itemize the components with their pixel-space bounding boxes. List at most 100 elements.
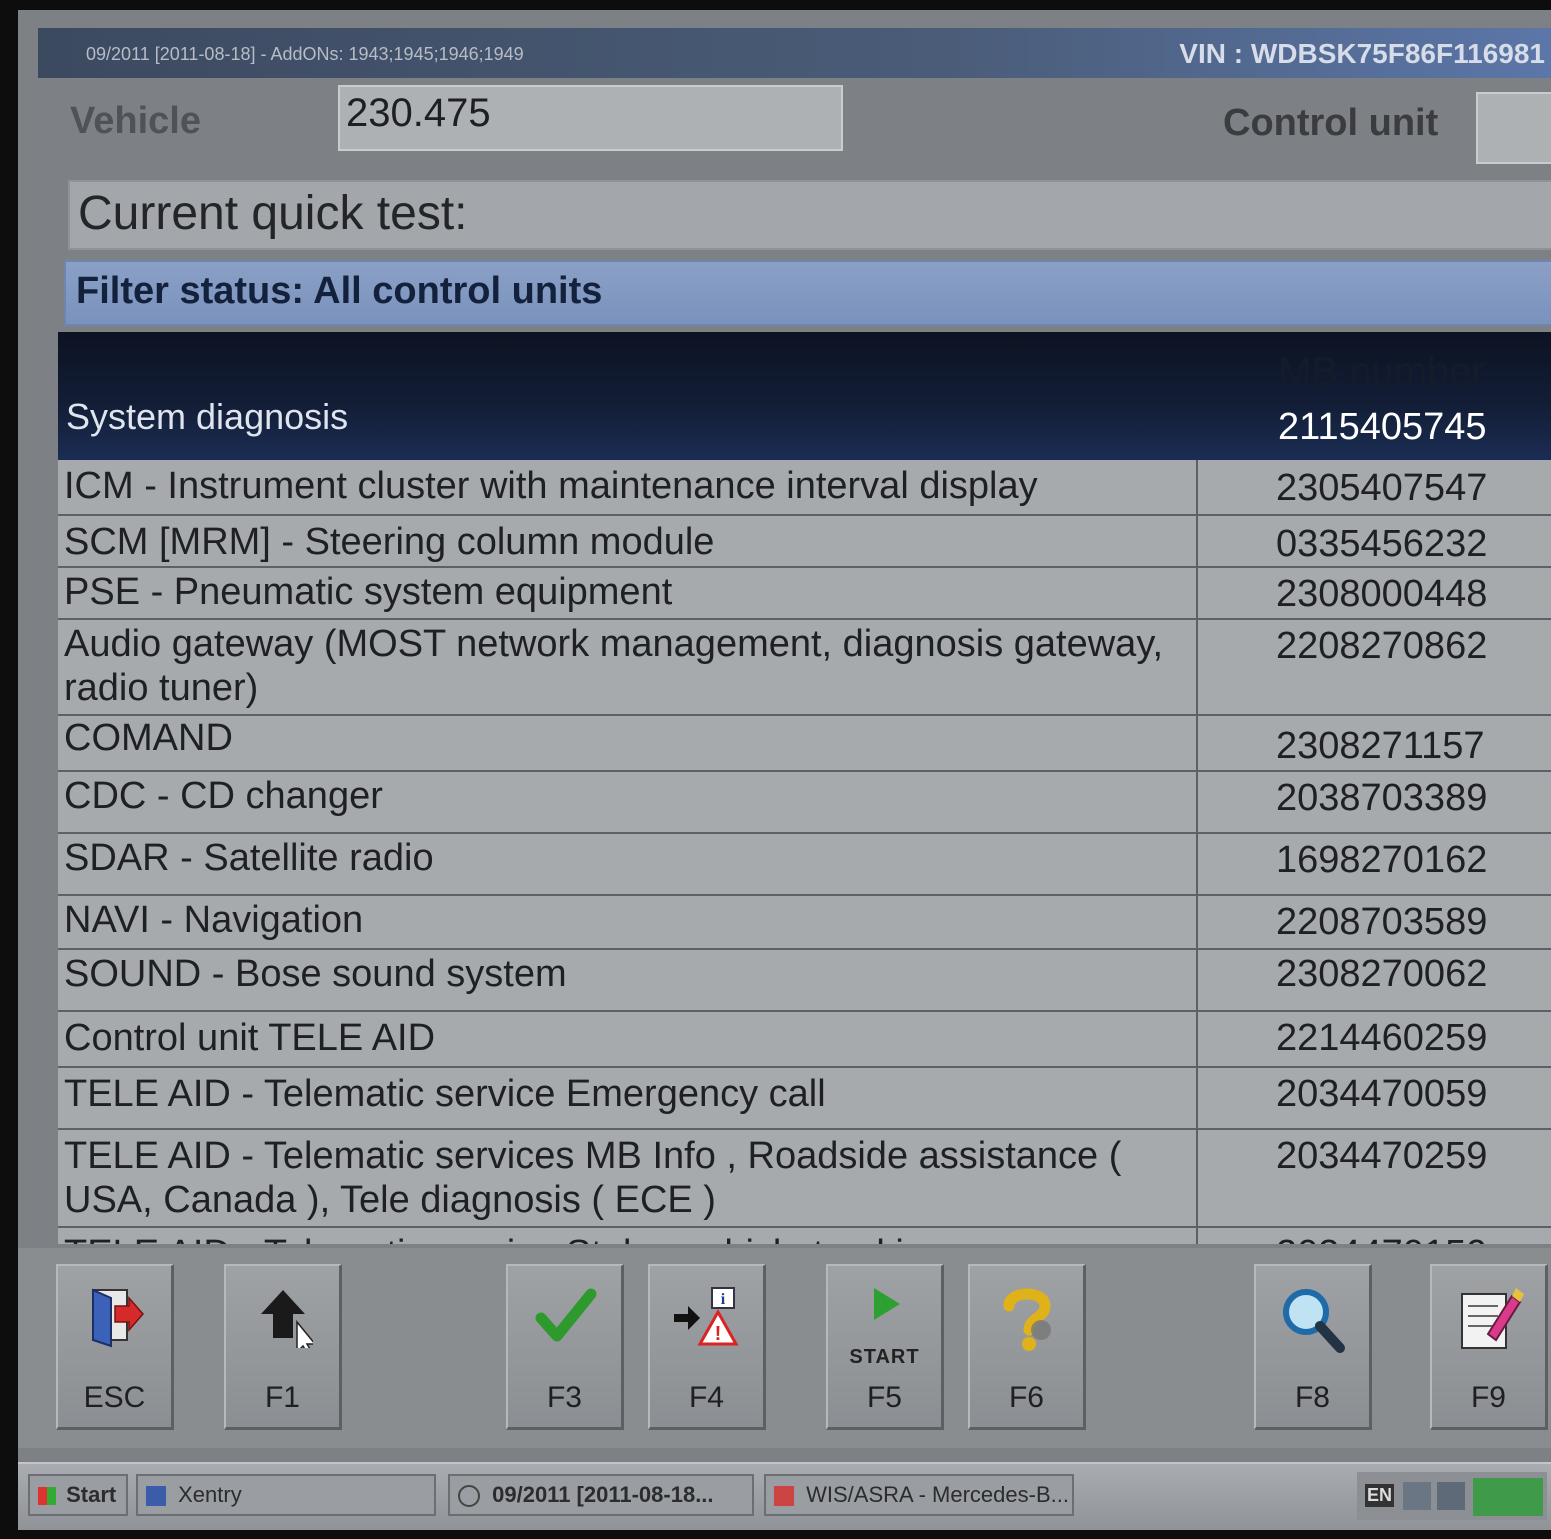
- arrow-up-icon: [260, 1290, 313, 1348]
- f9-label: F9: [1470, 1381, 1506, 1414]
- f9-button[interactable]: F9: [1430, 1264, 1548, 1430]
- f8-label: F8: [1294, 1381, 1330, 1414]
- row-name: PSE - Pneumatic system equipment: [58, 568, 1198, 618]
- title-bar: 09/2011 [2011-08-18] - AddONs: 1943;1945…: [38, 28, 1551, 78]
- search-magnifier-icon: [1282, 1289, 1345, 1353]
- filter-status-bar: Filter status: All control units: [64, 260, 1551, 326]
- table-row[interactable]: TELE AID - Telematic service Emergency c…: [58, 1068, 1551, 1130]
- table-row[interactable]: CDC - CD changer 2038703389: [58, 772, 1551, 834]
- svg-text:i: i: [720, 1291, 725, 1308]
- row-number: 2034470259: [1276, 1135, 1488, 1177]
- tray-app-icon[interactable]: [1473, 1478, 1543, 1516]
- checkmark-icon: [535, 1288, 596, 1342]
- xentry-window: 09/2011 [2011-08-18] - AddONs: 1943;1945…: [18, 10, 1551, 1530]
- row-number: 2208703589: [1276, 901, 1488, 943]
- esc-label: ESC: [83, 1381, 146, 1414]
- row-name: CDC - CD changer: [58, 772, 1198, 832]
- table-row[interactable]: SOUND - Bose sound system 2308270062: [58, 950, 1551, 1012]
- esc-button[interactable]: ESC: [56, 1264, 174, 1430]
- row-number: 0335456232: [1276, 523, 1488, 565]
- quicklaunch-xentry[interactable]: Xentry: [136, 1474, 436, 1516]
- table-row[interactable]: Control unit TELE AID 2214460259: [58, 1012, 1551, 1068]
- row-number: 2308270062: [1276, 953, 1488, 995]
- mercedes-star-icon: [458, 1485, 480, 1508]
- table-row[interactable]: NAVI - Navigation 2208703589: [58, 896, 1551, 950]
- table-row[interactable]: SCM [MRM] - Steering column module 03354…: [58, 516, 1551, 568]
- f1-label: F1: [264, 1381, 300, 1414]
- table-row[interactable]: PSE - Pneumatic system equipment 2308000…: [58, 568, 1551, 620]
- column-header-mb-number: MB number: [1278, 350, 1485, 394]
- selected-row-number[interactable]: 2115405745: [1278, 406, 1487, 449]
- f6-label: F6: [1008, 1381, 1044, 1414]
- table-row[interactable]: SDAR - Satellite radio 1698270162: [58, 834, 1551, 896]
- row-name: ICM - Instrument cluster with maintenanc…: [58, 460, 1198, 514]
- vehicle-field[interactable]: 230.475: [338, 85, 843, 151]
- window-title: 09/2011 [2011-08-18] - AddONs: 1943;1945…: [86, 44, 524, 64]
- windows-logo-icon: [38, 1487, 56, 1506]
- row-number: 2208270862: [1276, 625, 1488, 667]
- row-name: TELE AID - Telematic service Emergency c…: [58, 1068, 1198, 1128]
- help-question-icon: [1003, 1288, 1051, 1351]
- f5-button[interactable]: START F5: [826, 1264, 944, 1430]
- taskbar-item-xentry-window[interactable]: 09/2011 [2011-08-18...: [448, 1474, 754, 1516]
- tray-app-icon[interactable]: [1437, 1482, 1465, 1510]
- start-label: Start: [66, 1482, 117, 1507]
- language-indicator[interactable]: EN: [1365, 1484, 1395, 1507]
- row-number: 1698270162: [1276, 839, 1488, 881]
- task-label: WIS/ASRA - Mercedes-B...: [806, 1482, 1069, 1507]
- row-name: Audio gateway (MOST network management, …: [58, 620, 1198, 714]
- vehicle-label: Vehicle: [70, 100, 201, 142]
- table-row[interactable]: TELE AID - Telematic service Stolen vehi…: [58, 1228, 1551, 1244]
- f4-button[interactable]: i ! F4: [648, 1264, 766, 1430]
- table-row[interactable]: TELE AID - Telematic services MB Info , …: [58, 1130, 1551, 1228]
- f8-button[interactable]: F8: [1254, 1264, 1372, 1430]
- f1-button[interactable]: F1: [224, 1264, 342, 1430]
- xentry-label: Xentry: [178, 1482, 242, 1507]
- taskbar-item-wis-asra[interactable]: WIS/ASRA - Mercedes-B...: [764, 1474, 1074, 1516]
- wis-icon: [774, 1486, 794, 1507]
- function-key-bar: ESC F1 F3 i ! F4 START F5 F6 F8 F9: [18, 1248, 1551, 1448]
- row-number: 2214460259: [1276, 1017, 1488, 1059]
- tray-app-icon[interactable]: [1403, 1482, 1431, 1510]
- xentry-icon: [146, 1486, 166, 1507]
- f4-label: F4: [688, 1381, 724, 1414]
- row-name: TELE AID - Telematic service Stolen vehi…: [58, 1228, 1198, 1244]
- row-name: Control unit TELE AID: [58, 1012, 1198, 1066]
- exit-icon: [91, 1288, 144, 1348]
- control-unit-label: Control unit: [1223, 102, 1439, 144]
- start-label: START: [849, 1346, 920, 1368]
- row-number: 2305407547: [1276, 467, 1488, 509]
- document-edit-icon: [1460, 1288, 1524, 1349]
- f3-button[interactable]: F3: [506, 1264, 624, 1430]
- f5-label: F5: [866, 1381, 902, 1414]
- f3-label: F3: [546, 1381, 582, 1414]
- row-name: TELE AID - Telematic services MB Info , …: [58, 1130, 1198, 1226]
- control-unit-table: MB number System diagnosis 2115405745 IC…: [58, 332, 1551, 1244]
- start-button[interactable]: Start: [28, 1474, 128, 1516]
- table-row[interactable]: ICM - Instrument cluster with maintenanc…: [58, 460, 1551, 516]
- row-name: NAVI - Navigation: [58, 896, 1198, 948]
- table-body: ICM - Instrument cluster with maintenanc…: [58, 460, 1551, 1244]
- row-name: SOUND - Bose sound system: [58, 950, 1198, 1010]
- current-quick-test: Current quick test:: [68, 180, 1551, 250]
- f6-button[interactable]: F6: [968, 1264, 1086, 1430]
- row-number: 2034470059: [1276, 1073, 1488, 1115]
- row-number: 2308000448: [1276, 573, 1488, 615]
- row-name: COMAND: [58, 716, 1198, 770]
- row-number: 2038703389: [1276, 777, 1488, 819]
- info-warning-icon: i !: [673, 1287, 739, 1346]
- table-header: MB number System diagnosis 2115405745: [58, 332, 1551, 460]
- svg-text:!: !: [714, 1323, 721, 1345]
- table-row[interactable]: COMAND 2308271157: [58, 716, 1551, 772]
- taskbar: Start Xentry 09/2011 [2011-08-18... WIS/…: [18, 1462, 1551, 1530]
- selected-row-name[interactable]: System diagnosis: [66, 396, 348, 438]
- control-unit-field[interactable]: [1476, 92, 1551, 164]
- system-tray: EN: [1357, 1472, 1547, 1520]
- start-play-icon: [873, 1288, 900, 1320]
- row-name: SCM [MRM] - Steering column module: [58, 516, 1198, 566]
- row-number: 2308271157: [1276, 725, 1485, 767]
- row-name: SDAR - Satellite radio: [58, 834, 1198, 894]
- table-row[interactable]: Audio gateway (MOST network management, …: [58, 620, 1551, 716]
- task-label: 09/2011 [2011-08-18...: [492, 1482, 714, 1507]
- vin-display: VIN : WDBSK75F86F116981: [1179, 38, 1545, 69]
